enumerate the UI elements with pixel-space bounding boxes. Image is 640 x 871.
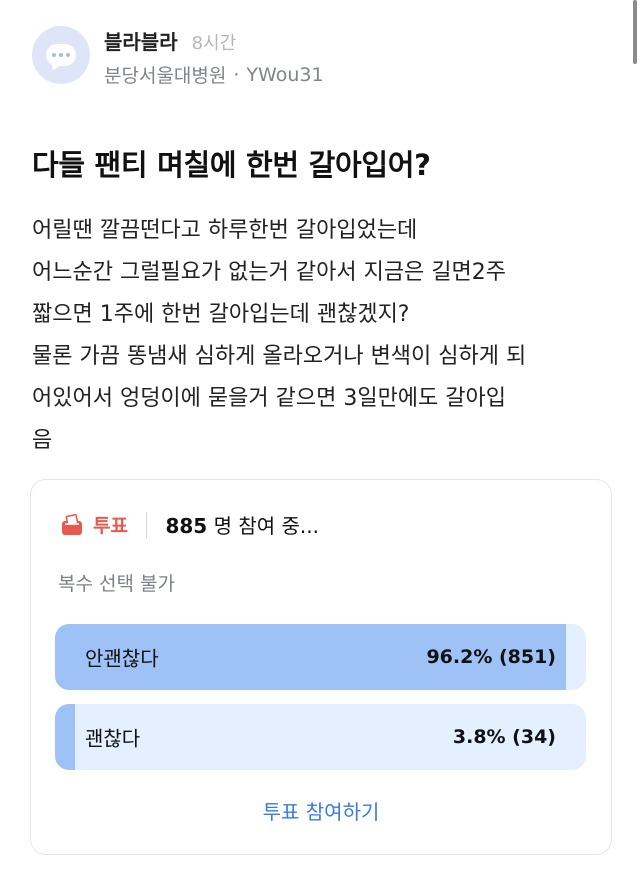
- poll-subtitle: 복수 선택 불가: [58, 573, 175, 595]
- post-body-line: 어릴땐 깔끔떤다고 하루한번 갈아입었는데: [32, 218, 418, 243]
- post-time: 8시간: [191, 33, 237, 54]
- post-body-line: 음: [32, 428, 53, 453]
- post-header: 블라블라 8시간 분당서울대병원 · YWou31: [32, 26, 324, 88]
- chat-bubble-icon: [46, 44, 76, 66]
- ballot-box-icon: [61, 513, 83, 536]
- post-body-line: 어느순간 그럴필요가 없는거 같아서 지금은 길면2주: [32, 260, 507, 285]
- poll-header-divider: [145, 511, 148, 538]
- post-meta: 블라블라 8시간 분당서울대병원 · YWou31: [104, 26, 324, 88]
- participant-suffix: 명 참여 중...: [213, 514, 319, 538]
- author-company: 분당서울대병원: [104, 65, 227, 87]
- post-body-line: 짧으면 1주에 한번 갈아입는데 괜찮겠지?: [32, 302, 410, 327]
- post-body-line: 어있어서 엉덩이에 묻을거 같으면 3일만에도 갈아입: [32, 386, 507, 411]
- poll-option-result: 3.8% (34): [452, 726, 556, 748]
- poll-option-fill: [55, 704, 76, 770]
- board-avatar[interactable]: [32, 26, 90, 84]
- post-body-line: 물론 가끔 똥냄새 심하게 올라오거나 변색이 심하게 되: [32, 344, 527, 369]
- poll-option-label: 괜찮다: [85, 726, 141, 751]
- scrollbar[interactable]: [633, 0, 637, 64]
- board-name[interactable]: 블라블라: [104, 26, 178, 55]
- poll-card: 투표 885 명 참여 중... 복수 선택 불가 안괜찮다 96.2% (85…: [30, 479, 612, 855]
- poll-label: 투표: [93, 515, 128, 537]
- meta-separator: ·: [233, 63, 240, 86]
- poll-participants: 885 명 참여 중...: [165, 510, 319, 539]
- poll-option[interactable]: 괜찮다 3.8% (34): [55, 704, 586, 770]
- poll-option[interactable]: 안괜찮다 96.2% (851): [55, 624, 586, 690]
- author-nickname: YWou31: [246, 63, 324, 86]
- poll-option-label: 안괜찮다: [85, 646, 159, 671]
- poll-header: 투표 885 명 참여 중...: [61, 510, 319, 539]
- post-body: 어릴땐 깔끔떤다고 하루한번 갈아입었는데 어느순간 그럴필요가 없는거 같아서…: [32, 210, 617, 462]
- participant-count: 885: [165, 514, 208, 538]
- vote-button[interactable]: 투표 참여하기: [31, 796, 611, 825]
- post-title: 다들 팬티 며칠에 한번 갈아입어?: [32, 148, 431, 182]
- poll-option-result: 96.2% (851): [426, 646, 556, 668]
